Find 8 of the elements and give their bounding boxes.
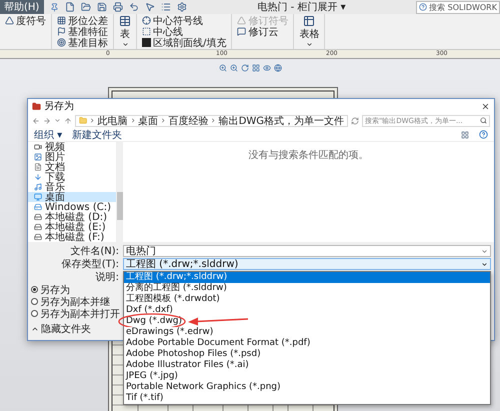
field-label: 文件名(N):	[69, 244, 120, 258]
dialog-title: 另存为	[44, 100, 74, 113]
radio-label: 另存为	[40, 284, 70, 296]
empty-message: 没有与搜索条件匹配的项。	[248, 148, 368, 160]
radio-label: 另存为副本并打开	[40, 308, 120, 320]
radio-label: 另存为副本并继	[40, 296, 110, 308]
field-label: 说明:	[94, 271, 120, 284]
field-label: 保存类型(T):	[60, 258, 120, 271]
